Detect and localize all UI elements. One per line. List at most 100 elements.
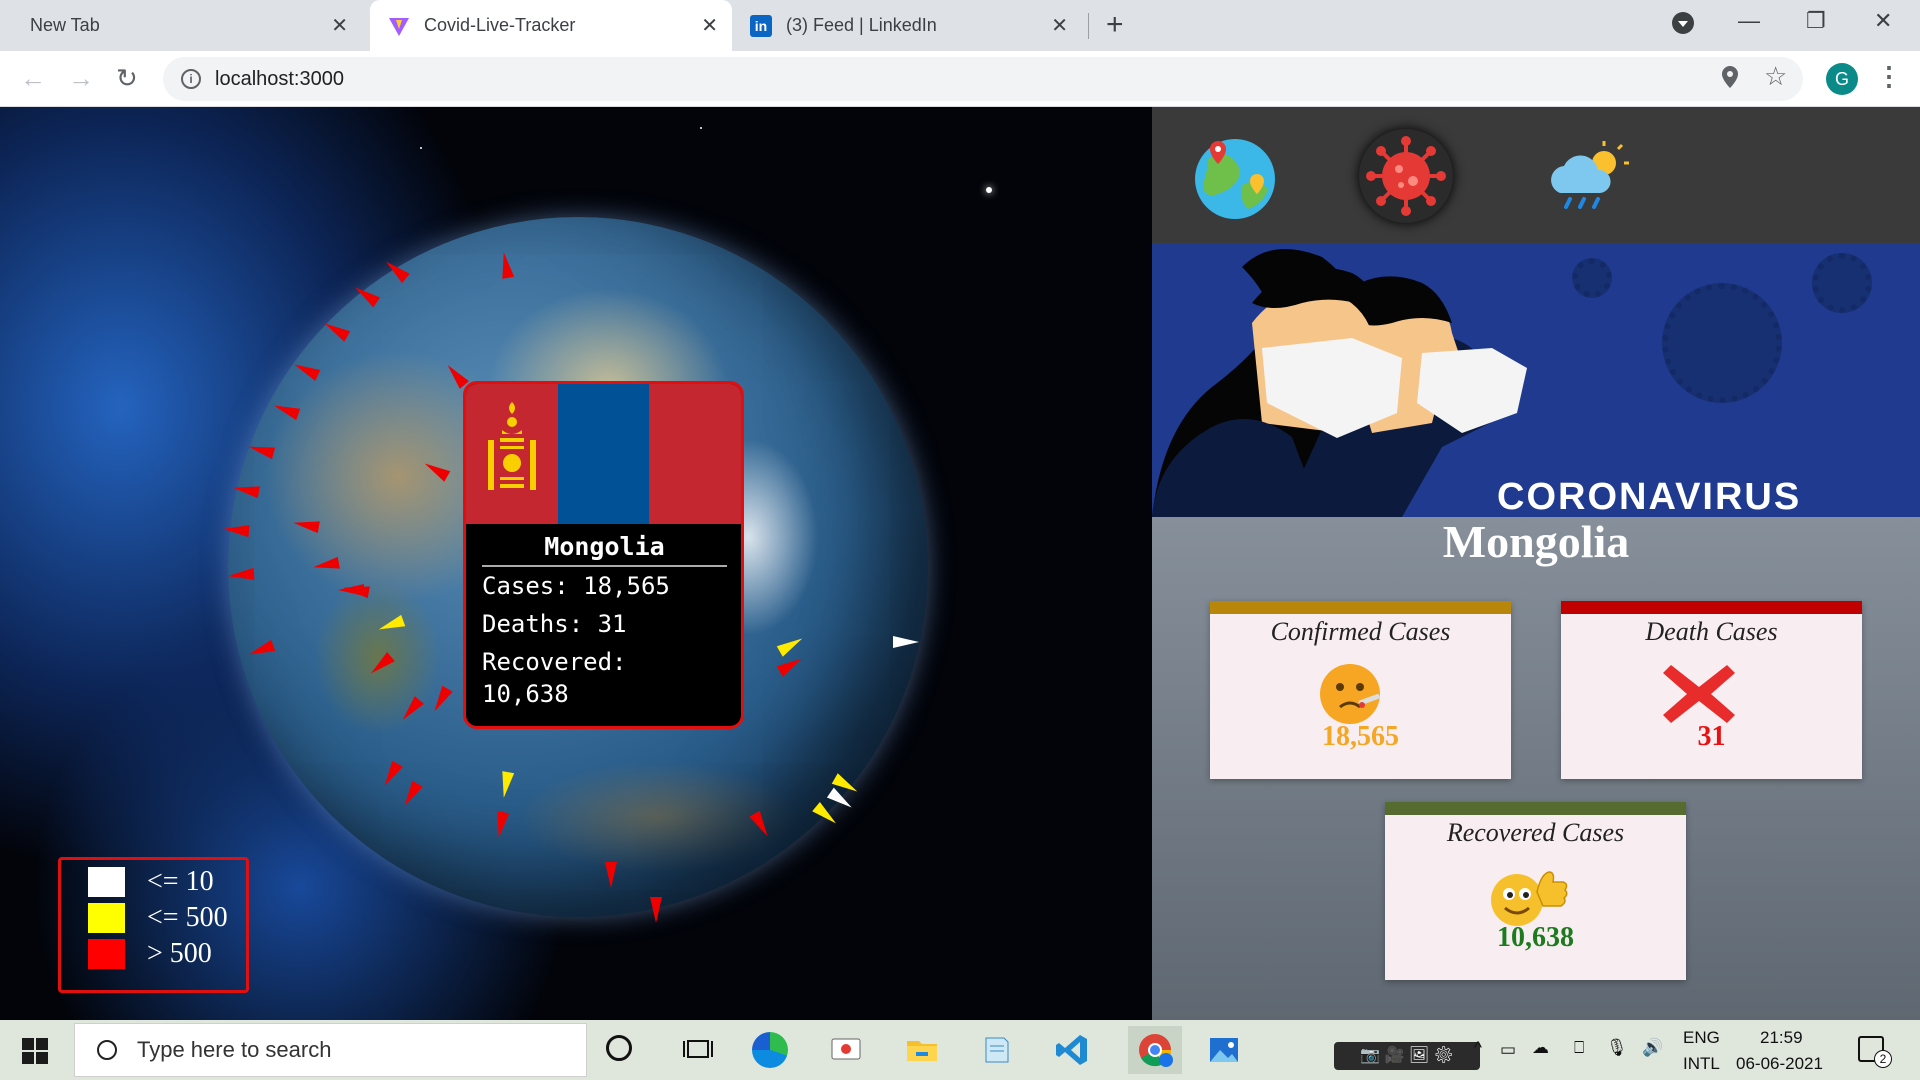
card-value: 31 [1697, 721, 1726, 752]
legend-item: > 500 [88, 938, 212, 970]
close-icon[interactable]: ✕ [331, 13, 348, 38]
clock-date[interactable]: 06-06-2021 [1736, 1054, 1823, 1074]
card-value: 10,638 [1497, 922, 1574, 953]
tab-title: New Tab [30, 15, 100, 35]
popup-recovered-label: Recovered: [482, 648, 627, 676]
flag-stripe-middle [557, 384, 650, 524]
popup-cases: Cases: 18,565 [482, 572, 670, 600]
device-icon[interactable]: ⎕ [1574, 1038, 1584, 1058]
language-secondary[interactable]: INTL [1683, 1054, 1720, 1074]
screen-recorder-icon[interactable] [828, 1032, 864, 1068]
location-icon[interactable] [1720, 65, 1740, 96]
globe-viewport[interactable]: Mongolia Cases: 18,565 Deaths: 31 Recove… [0, 107, 1152, 1020]
vite-icon [388, 15, 410, 37]
card-title: Death Cases [1645, 617, 1778, 646]
back-button[interactable]: ← [20, 63, 46, 94]
edge-icon[interactable] [752, 1032, 788, 1068]
star [420, 147, 422, 149]
globe-map-icon[interactable] [1188, 129, 1282, 223]
info-icon[interactable]: i [181, 69, 201, 89]
popup-deaths: Deaths: 31 [482, 610, 627, 638]
browser-toolbar: ← → ↻ i localhost:3000 ☆ G ⋮ [0, 51, 1920, 107]
card-value: 18,565 [1322, 721, 1399, 752]
coronavirus-banner: CORONAVIRUS [1152, 243, 1920, 517]
confirmed-cases-card: Confirmed Cases 18,565 [1210, 601, 1511, 779]
legend-swatch [88, 867, 125, 897]
tab-covid-live-tracker[interactable]: Covid-Live-Tracker ✕ [370, 0, 732, 51]
case-spike[interactable] [605, 862, 617, 888]
legend-label: <= 10 [147, 866, 214, 897]
legend-label: > 500 [147, 938, 212, 969]
flag-stripe-right [649, 384, 741, 524]
file-explorer-icon[interactable] [904, 1032, 940, 1068]
minimize-button[interactable]: — [1738, 8, 1760, 34]
tab-title: (3) Feed | LinkedIn [786, 15, 937, 35]
chrome-taskbar-button[interactable] [1128, 1026, 1182, 1074]
card-header-bar [1385, 802, 1686, 815]
onedrive-icon[interactable]: ☁ [1532, 1038, 1549, 1058]
thumbs-up-face-icon [1483, 862, 1568, 928]
masked-people-illustration [1152, 249, 1527, 517]
forward-button[interactable]: → [68, 63, 94, 94]
card-title: Recovered Cases [1446, 818, 1625, 847]
bookmark-star-icon[interactable]: ☆ [1764, 61, 1787, 92]
cortana-icon[interactable] [606, 1035, 632, 1061]
browser-tabstrip: New Tab ✕ Covid-Live-Tracker ✕ in (3) Fe… [0, 0, 1920, 51]
capture-toolbar[interactable]: 📷 🎥 🖼 ⚙ [1334, 1042, 1480, 1070]
taskbar-search-box[interactable]: Type here to search [74, 1023, 587, 1077]
banner-title: CORONAVIRUS [1497, 476, 1802, 517]
case-spike[interactable] [893, 636, 919, 648]
case-spike[interactable] [650, 897, 662, 923]
task-view-icon[interactable] [680, 1032, 716, 1068]
restore-button[interactable]: ❐ [1806, 8, 1826, 34]
volume-icon[interactable]: 🔊 [1642, 1038, 1663, 1058]
tab-linkedin[interactable]: in (3) Feed | LinkedIn ✕ [732, 0, 1082, 51]
red-cross-icon [1661, 661, 1737, 727]
show-hidden-icons[interactable]: ^ [1474, 1038, 1482, 1058]
reload-button[interactable]: ↻ [116, 63, 138, 94]
vscode-icon[interactable] [1054, 1032, 1090, 1068]
tab-title: Covid-Live-Tracker [424, 15, 576, 35]
close-icon[interactable]: ✕ [1051, 13, 1068, 38]
microphone-icon[interactable]: 🎙 [1606, 1038, 1628, 1058]
new-tab-button[interactable]: + [1106, 8, 1124, 42]
popup-country-name: Mongolia [482, 532, 727, 567]
star [986, 187, 992, 193]
nav-icon-bar [1152, 107, 1920, 243]
windows-start-button[interactable] [22, 1038, 48, 1064]
menu-icon[interactable]: ⋮ [1876, 61, 1902, 92]
notification-center-icon[interactable]: 2 [1858, 1036, 1892, 1068]
tab-new-tab[interactable]: New Tab ✕ [0, 0, 362, 51]
legend-item: <= 500 [88, 902, 228, 934]
address-bar[interactable]: i localhost:3000 [163, 57, 1803, 101]
selected-country-title: Mongolia [1442, 516, 1630, 567]
case-spike[interactable] [338, 584, 364, 596]
recovered-cases-card: Recovered Cases 10,638 [1385, 802, 1686, 980]
url-text: localhost:3000 [215, 67, 344, 90]
virus-decoration [1662, 283, 1782, 403]
sick-face-icon [1312, 661, 1388, 727]
legend: <= 10 <= 500 > 500 [58, 857, 249, 993]
weather-icon[interactable] [1540, 129, 1634, 223]
flag-stripe-left [466, 384, 558, 524]
case-spike[interactable] [227, 567, 255, 583]
search-icon [97, 1040, 117, 1060]
close-icon[interactable]: ✕ [701, 13, 718, 38]
info-panel: CORONAVIRUS Mongolia Confirmed Cases 18,… [1152, 107, 1920, 1020]
language-primary[interactable]: ENG [1683, 1028, 1720, 1048]
battery-icon[interactable]: ▭ [1500, 1040, 1516, 1060]
photos-icon[interactable] [1206, 1032, 1242, 1068]
star [700, 127, 702, 129]
clock-time[interactable]: 21:59 [1760, 1028, 1803, 1048]
virus-decoration [1812, 253, 1872, 313]
close-window-button[interactable]: ✕ [1874, 8, 1892, 34]
notepad-icon[interactable] [978, 1032, 1014, 1068]
virus-icon[interactable] [1359, 129, 1453, 223]
popup-recovered-value: 10,638 [482, 680, 569, 708]
profile-avatar[interactable]: G [1826, 63, 1858, 95]
search-placeholder: Type here to search [137, 1037, 332, 1062]
tab-search-button[interactable] [1672, 12, 1694, 34]
case-spike[interactable] [222, 522, 250, 538]
windows-taskbar: Type here to search 📷 🎥 🖼 ⚙ ^ ▭ ☁ ⎕ 🎙 🔊 … [0, 1020, 1920, 1080]
country-popup: Mongolia Cases: 18,565 Deaths: 31 Recove… [463, 381, 744, 729]
